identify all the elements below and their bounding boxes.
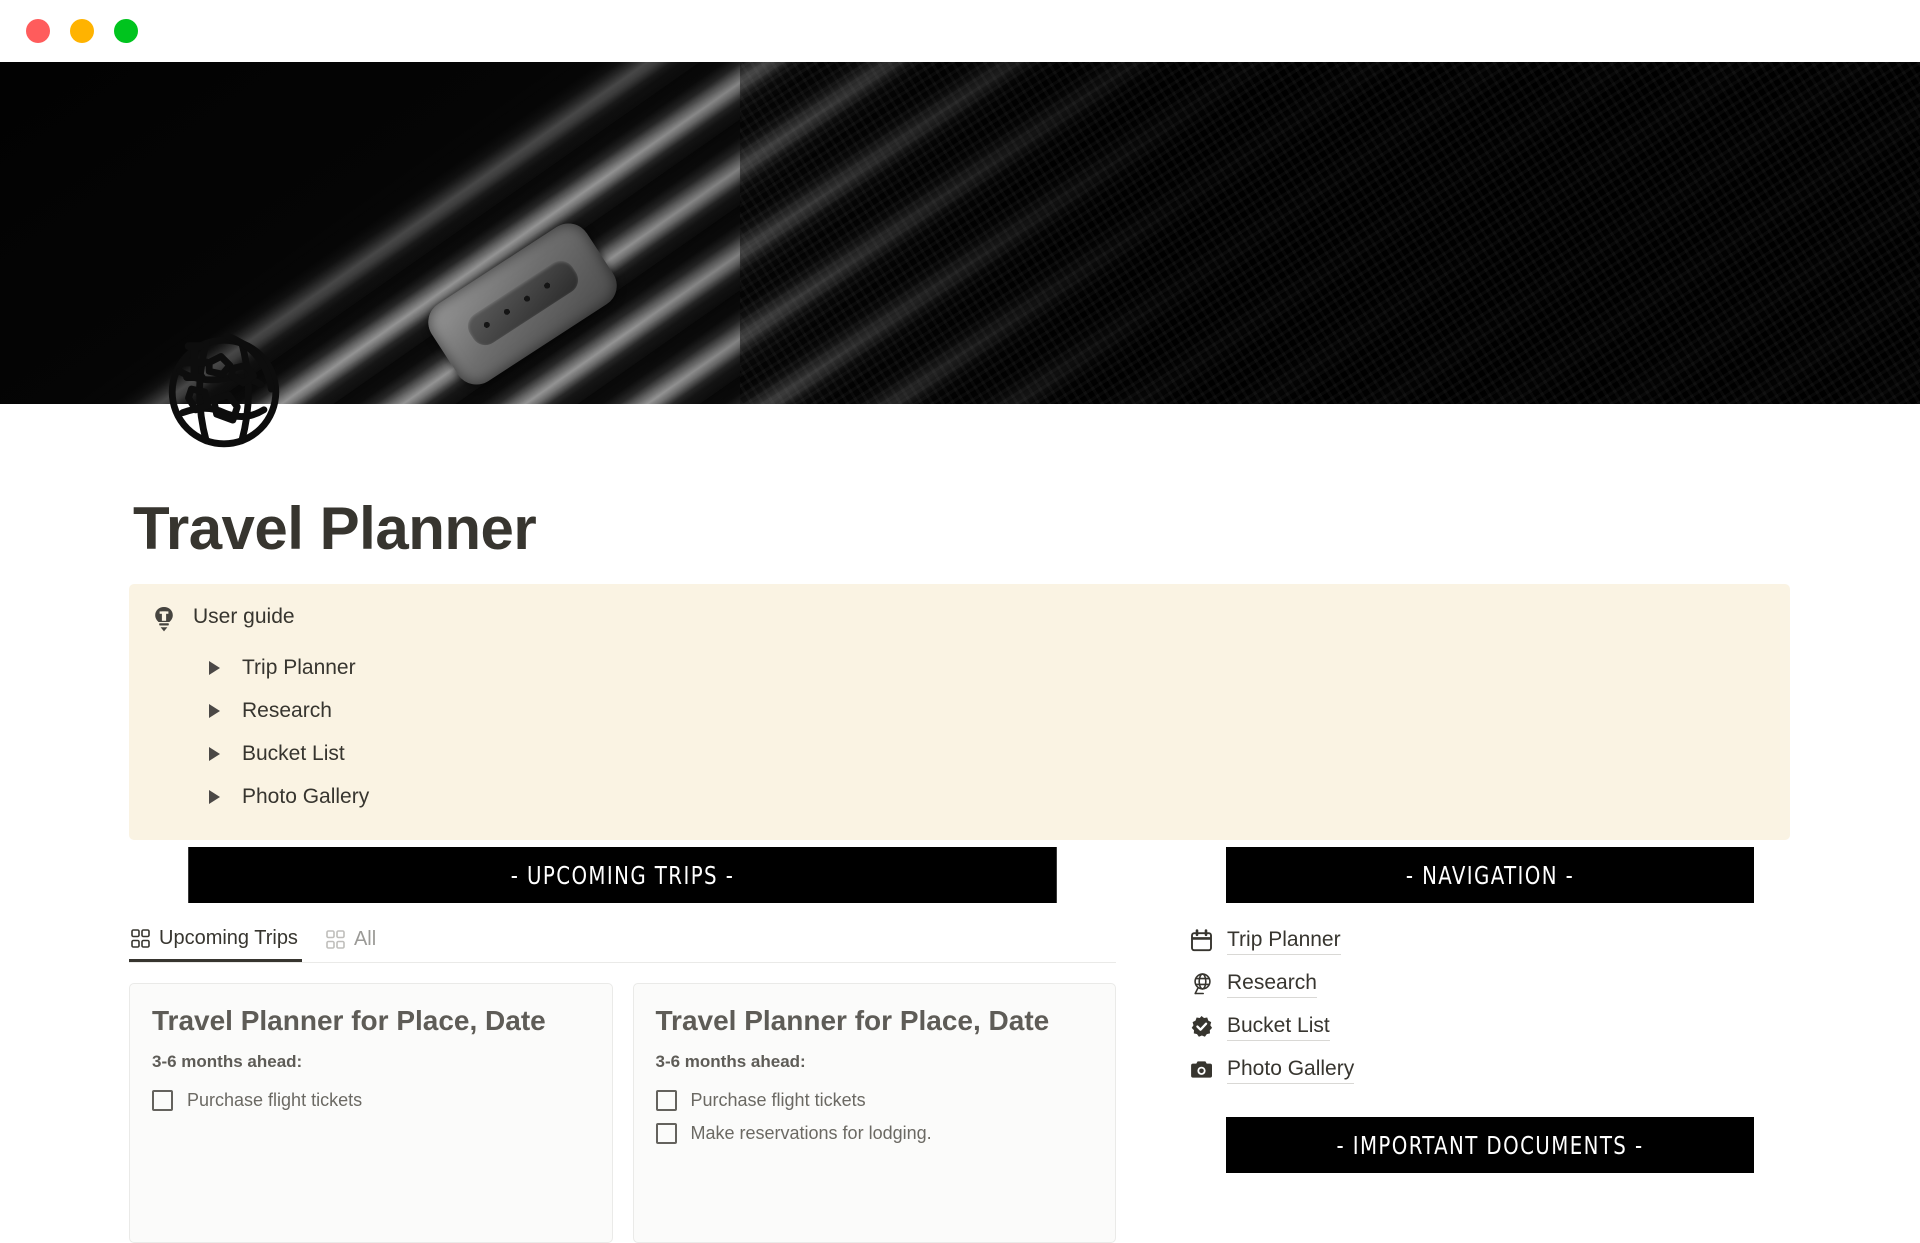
toggle-label: Photo Gallery (242, 784, 370, 808)
toggle-item-photo-gallery[interactable]: Photo Gallery (209, 775, 1766, 818)
navigation-band: - NAVIGATION - (1190, 847, 1790, 903)
traffic-light-group (26, 19, 138, 43)
chevron-right-icon[interactable] (209, 746, 220, 761)
trip-card-subtitle: 3-6 months ahead: (152, 1051, 303, 1071)
trip-card-title: Travel Planner for Place, Date (655, 1005, 1050, 1036)
nav-link-bucket-list[interactable]: Bucket List (1190, 1005, 1790, 1048)
navigation-link-list: Trip Planner Research Bucket List Photo … (1190, 919, 1790, 1091)
nav-link-label[interactable]: Research (1227, 969, 1317, 999)
todo-label: Purchase flight tickets (187, 1089, 363, 1110)
todo-item[interactable]: Purchase flight tickets (152, 1084, 590, 1117)
toggle-label: Bucket List (242, 741, 345, 765)
tab-label: All (353, 928, 377, 950)
trip-card-gallery: Travel Planner for Place, Date 3-6 month… (129, 983, 1116, 1243)
trip-card-title: Travel Planner for Place, Date (152, 1005, 546, 1036)
chevron-right-icon[interactable] (209, 660, 220, 675)
toggle-item-trip-planner[interactable]: Trip Planner (209, 646, 1766, 689)
important-documents-band-label: - IMPORTANT DOCUMENTS - (1226, 1117, 1754, 1173)
close-window-button[interactable] (26, 19, 50, 43)
nav-link-label[interactable]: Trip Planner (1227, 926, 1341, 956)
upcoming-trips-band-label: - UPCOMING TRIPS - (188, 847, 1057, 903)
navigation-column: - NAVIGATION - Trip Planner Research Buc… (1190, 847, 1790, 1243)
user-guide-callout: User guide Trip Planner Research Bucket … (129, 584, 1790, 840)
globe-stand-icon (1190, 972, 1213, 995)
nav-link-photo-gallery[interactable]: Photo Gallery (1190, 1048, 1790, 1091)
checkbox-unchecked-icon[interactable] (655, 1122, 677, 1144)
calendar-icon (1190, 929, 1213, 952)
lightbulb-icon (153, 606, 175, 632)
callout-title: User guide (193, 605, 295, 628)
tab-label: Upcoming Trips (159, 926, 298, 949)
tab-all[interactable]: All (324, 917, 380, 962)
important-documents-band: - IMPORTANT DOCUMENTS - (1190, 1117, 1790, 1173)
globe-airplane-icon[interactable] (150, 318, 298, 466)
nav-link-label[interactable]: Photo Gallery (1227, 1055, 1355, 1085)
callout-toggle-list: Trip Planner Research Bucket List Photo … (153, 646, 1766, 818)
camera-icon (1190, 1058, 1213, 1081)
trip-card[interactable]: Travel Planner for Place, Date 3-6 month… (129, 983, 613, 1243)
database-view-tabs: Upcoming Trips All (129, 917, 1116, 963)
toggle-item-research[interactable]: Research (209, 689, 1766, 732)
maximize-window-button[interactable] (114, 19, 138, 43)
page-content: Travel Planner User guide Trip Planner R… (0, 404, 1920, 1243)
toggle-item-bucket-list[interactable]: Bucket List (209, 732, 1766, 775)
chevron-right-icon[interactable] (209, 703, 220, 718)
trip-card-subtitle: 3-6 months ahead: (655, 1051, 806, 1071)
checkbox-unchecked-icon[interactable] (152, 1089, 173, 1111)
content-columns: - UPCOMING TRIPS - Upcoming Trips All Tr… (129, 847, 1790, 1243)
callout-header: User guide (153, 604, 1766, 632)
todo-label: Purchase flight tickets (690, 1089, 866, 1110)
nav-link-research[interactable]: Research (1190, 962, 1790, 1005)
page-title: Travel Planner (133, 495, 537, 562)
todo-item[interactable]: Purchase flight tickets (655, 1084, 1094, 1117)
upcoming-trips-column: - UPCOMING TRIPS - Upcoming Trips All Tr… (129, 847, 1116, 1243)
nav-link-label[interactable]: Bucket List (1227, 1012, 1330, 1042)
todo-label: Make reservations for lodging. (690, 1122, 932, 1143)
window-title-bar (0, 0, 1920, 62)
minimize-window-button[interactable] (70, 19, 94, 43)
trip-card[interactable]: Travel Planner for Place, Date 3-6 month… (632, 983, 1116, 1243)
nav-link-trip-planner[interactable]: Trip Planner (1190, 919, 1790, 962)
toggle-label: Trip Planner (242, 655, 356, 679)
checkbox-unchecked-icon[interactable] (655, 1089, 677, 1111)
verified-check-icon (1190, 1015, 1213, 1038)
gallery-view-icon (131, 928, 150, 948)
chevron-right-icon[interactable] (209, 789, 220, 804)
toggle-label: Research (242, 698, 332, 722)
navigation-band-label: - NAVIGATION - (1226, 847, 1754, 903)
tab-upcoming-trips[interactable]: Upcoming Trips (129, 917, 302, 962)
gallery-view-icon (326, 930, 345, 949)
upcoming-trips-band: - UPCOMING TRIPS - (129, 847, 1116, 903)
todo-item[interactable]: Make reservations for lodging. (655, 1117, 1094, 1150)
